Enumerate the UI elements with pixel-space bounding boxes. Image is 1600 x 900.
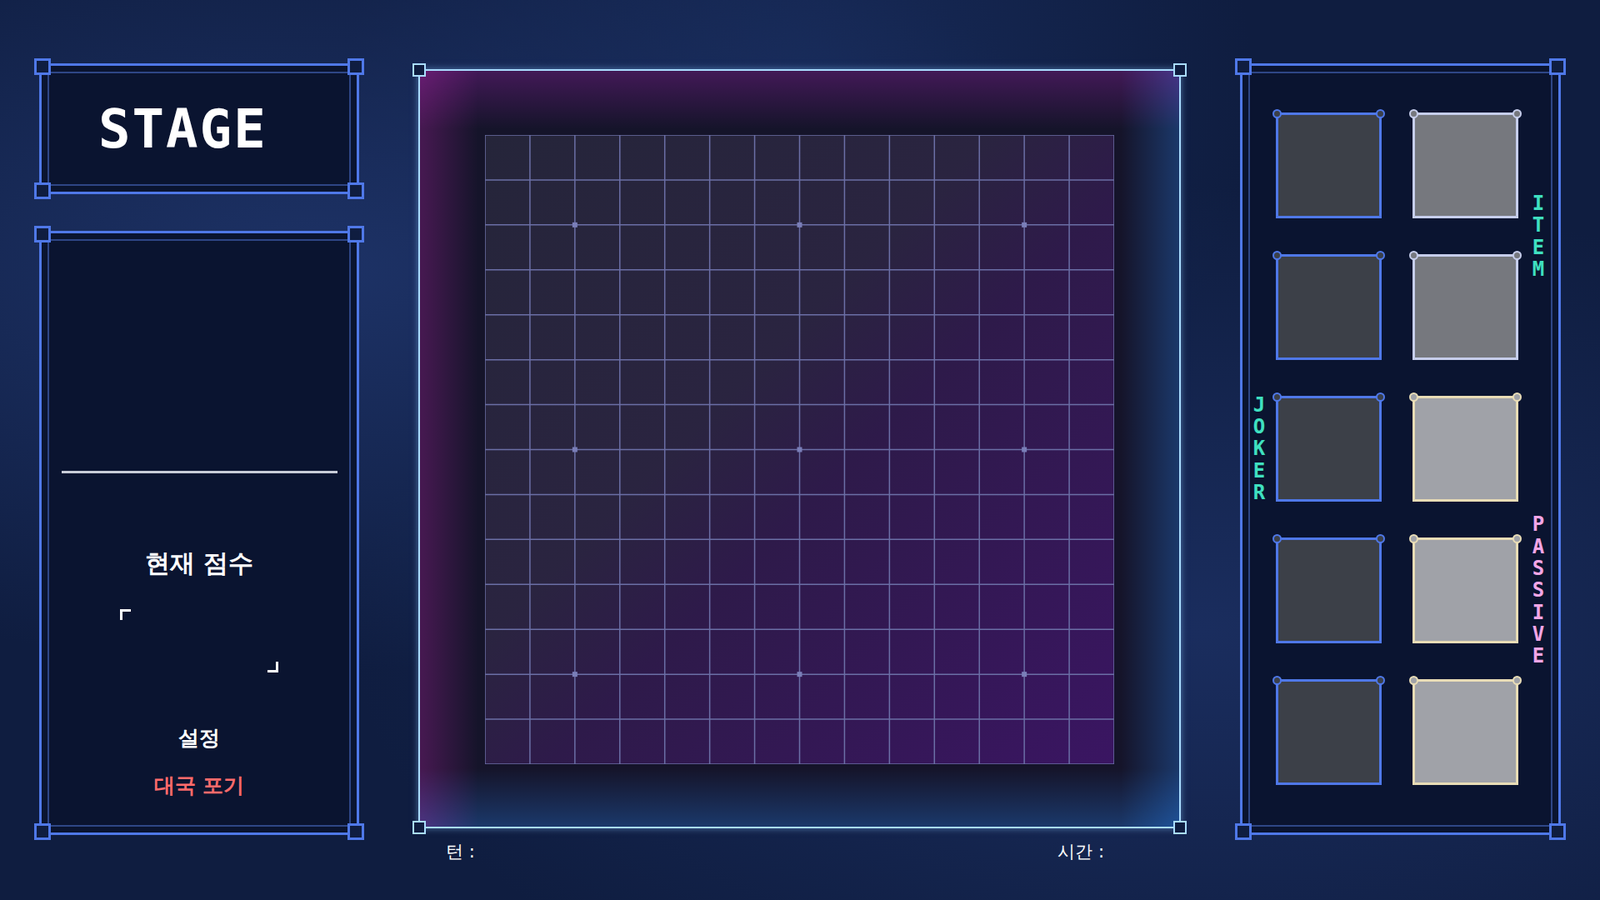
passive-label: PASSIVE	[1528, 513, 1549, 668]
menu-button[interactable]: 설정	[171, 722, 227, 754]
game-screen: STAGE 현재 점수설정대국 포기턴 : 시간 : JOKER ITEM PASSIVE	[0, 0, 1600, 900]
turn-label: 턴 :	[445, 840, 475, 864]
item-label: ITEM	[1528, 192, 1549, 281]
board-grid[interactable]	[485, 135, 1115, 765]
joker-label: JOKER	[1249, 394, 1270, 505]
item-slot[interactable]	[1412, 112, 1519, 219]
panel-corner	[34, 58, 51, 75]
inventory-panel: JOKER ITEM PASSIVE	[1240, 63, 1561, 835]
menu: 설정대국 포기	[147, 722, 252, 801]
panel-corner	[347, 182, 365, 200]
passive-slot[interactable]	[1412, 395, 1519, 502]
joker-slot[interactable]	[1275, 112, 1382, 219]
item-slot[interactable]	[1412, 254, 1519, 360]
frame-corner	[412, 63, 426, 77]
panel-corner	[34, 225, 51, 243]
board-column: 턴 : 시간 :	[418, 69, 1181, 864]
panel-corner	[1549, 823, 1566, 840]
panel-corner	[347, 225, 365, 243]
joker-slot[interactable]	[1275, 537, 1382, 644]
panel-corner	[1549, 58, 1566, 75]
score-value	[120, 609, 279, 673]
menu-button[interactable]: 대국 포기	[147, 770, 252, 801]
stage-title: STAGE	[98, 98, 268, 160]
left-column: STAGE 현재 점수설정대국 포기	[39, 63, 360, 835]
board-frame	[418, 69, 1181, 829]
joker-slot[interactable]	[1275, 679, 1382, 785]
time-label: 시간 :	[1057, 840, 1105, 864]
frame-corner	[1173, 820, 1187, 835]
panel-corner	[1235, 823, 1252, 840]
panel-corner	[34, 823, 51, 840]
separator	[61, 470, 338, 474]
panel-corner	[347, 823, 365, 840]
panel-corner	[34, 182, 51, 200]
frame-corner	[412, 820, 426, 835]
joker-slot[interactable]	[1275, 254, 1382, 360]
status-row: 턴 : 시간 :	[418, 840, 1181, 864]
stage-panel: STAGE	[39, 63, 360, 195]
panel-corner	[1235, 58, 1252, 75]
frame-corner	[1173, 63, 1187, 77]
passive-slot[interactable]	[1412, 679, 1519, 785]
score-panel: 현재 점수설정대국 포기	[39, 230, 360, 835]
joker-slot[interactable]	[1275, 395, 1382, 502]
passive-slot[interactable]	[1412, 537, 1519, 644]
panel-corner	[347, 58, 365, 75]
score-label: 현재 점수	[145, 546, 254, 581]
